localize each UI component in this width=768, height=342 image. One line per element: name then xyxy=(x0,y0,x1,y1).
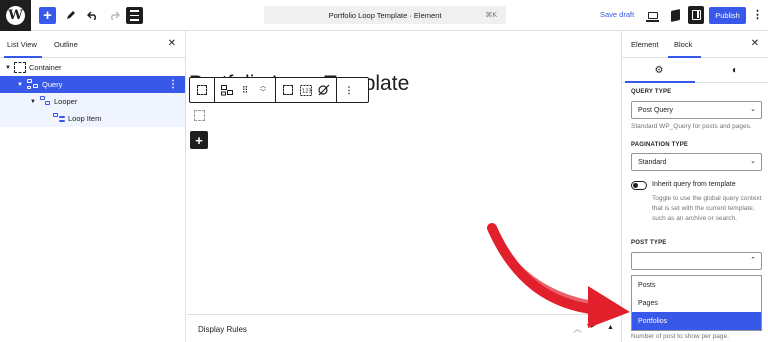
left-panel-tabs: List View Outline ✕ xyxy=(0,31,185,58)
tab-list-view[interactable]: List View xyxy=(7,40,37,49)
styles-icon[interactable] xyxy=(668,8,682,22)
container-block-icon xyxy=(14,62,26,73)
block-toolbar: ⠿ ︿ ﹀ 123 ⋮ xyxy=(189,77,369,103)
settings-subtabs: ⚙ ◐ xyxy=(622,58,768,83)
settings-sidebar: Element Block ✕ ⚙ ◐ QUERY TYPE Post Quer… xyxy=(621,31,768,342)
dropdown-option-portfolios[interactable]: Portfolios xyxy=(632,312,761,330)
block-options-icon[interactable]: ⋮ xyxy=(168,79,178,90)
dropdown-option-posts[interactable]: Posts xyxy=(632,276,761,294)
document-overview-button[interactable] xyxy=(126,7,143,24)
query-type-label: QUERY TYPE xyxy=(631,89,672,95)
pagination-type-value: Standard xyxy=(638,158,667,166)
sidebar-tabs: Element Block ✕ xyxy=(622,31,768,58)
toolbar-group-more: ⋮ xyxy=(337,78,361,102)
chevron-down-icon[interactable]: ▼ xyxy=(5,65,11,71)
tab-element[interactable]: Element xyxy=(631,40,659,49)
top-toolbar: W + Portfolio Loop Template · Element ⌘K… xyxy=(0,0,768,31)
move-up-down-icon[interactable]: ︿ ﹀ xyxy=(254,80,272,100)
chevron-up-icon: ⌃ xyxy=(750,257,756,264)
chevron-down-icon[interactable]: ▼ xyxy=(30,99,36,105)
list-item-query[interactable]: ▼ Query ⋮ xyxy=(0,76,185,93)
desktop-preview-icon[interactable] xyxy=(646,8,660,22)
display-rules-panel[interactable]: Display Rules ︿ ﹀ ▲ xyxy=(187,314,621,342)
active-tab-indicator xyxy=(4,56,42,58)
chevron-up-icon[interactable]: ︿ xyxy=(573,322,582,335)
looper-block-icon xyxy=(40,96,52,107)
query-block-icon xyxy=(27,79,39,90)
post-type-dropdown: Posts Pages Portfolios xyxy=(631,275,762,331)
list-item-label: Query xyxy=(42,80,63,89)
chevron-down-icon: ⌄ xyxy=(750,106,756,113)
pagination-type-label: PAGINATION TYPE xyxy=(631,142,689,148)
loop-item-block-icon xyxy=(53,113,65,124)
container-icon[interactable] xyxy=(279,80,297,100)
query-type-value: Post Query xyxy=(638,106,674,114)
empty-block-placeholder[interactable] xyxy=(194,110,205,121)
svg-text:123: 123 xyxy=(302,88,312,94)
list-item-label: Loop Item xyxy=(68,114,102,123)
close-icon[interactable]: ✕ xyxy=(168,38,176,49)
tab-outline[interactable]: Outline xyxy=(54,40,78,49)
toolbar-group-block: ⠿ ︿ ﹀ xyxy=(215,78,276,102)
publish-button[interactable]: Publish xyxy=(709,7,746,24)
post-type-select[interactable]: ⌃ xyxy=(631,252,762,270)
more-options-icon[interactable]: ⋮ xyxy=(340,80,358,100)
chevron-down-icon[interactable]: ▼ xyxy=(17,82,23,88)
toolbar-group-parent xyxy=(190,78,215,102)
query-type-select[interactable]: Post Query ⌄ xyxy=(631,101,762,119)
no-results-icon[interactable] xyxy=(315,80,333,100)
editor-canvas: Portfolio Loop Template ⠿ ︿﹀ 123 ⋮ + Di xyxy=(187,31,621,342)
close-icon[interactable]: ✕ xyxy=(751,38,759,49)
query-block-icon[interactable] xyxy=(218,80,236,100)
list-view-panel: List View Outline ✕ ▼ Container ▼ Query … xyxy=(0,31,186,342)
inherit-query-toggle[interactable] xyxy=(631,181,647,190)
list-item-label: Looper xyxy=(54,97,78,106)
active-subtab-indicator xyxy=(625,81,695,83)
inherit-query-label: Inherit query from template xyxy=(652,181,736,188)
undo-icon[interactable] xyxy=(84,7,101,24)
dropdown-option-pages[interactable]: Pages xyxy=(632,294,761,312)
display-rules-label: Display Rules xyxy=(198,325,247,334)
toolbar-group-tools: 123 xyxy=(276,78,337,102)
wordpress-logo-icon[interactable]: W xyxy=(0,0,31,31)
list-item-loop-item[interactable]: Loop Item xyxy=(0,110,185,127)
more-options-icon[interactable]: ⋮ xyxy=(752,8,763,21)
contrast-icon[interactable]: ◐ xyxy=(728,63,742,77)
post-type-label: POST TYPE xyxy=(631,240,667,246)
list-item-looper[interactable]: ▼ Looper xyxy=(0,93,185,110)
document-title: Portfolio Loop Template · Element xyxy=(328,10,442,20)
query-type-help: Standard WP_Query for posts and pages. xyxy=(631,123,752,130)
tab-block[interactable]: Block xyxy=(674,40,692,49)
pagination-icon[interactable]: 123 xyxy=(297,80,315,100)
save-draft-button[interactable]: Save draft xyxy=(600,10,634,19)
select-parent-icon[interactable] xyxy=(193,80,211,100)
list-item-container[interactable]: ▼ Container xyxy=(0,59,185,76)
chevron-down-icon[interactable]: ﹀ xyxy=(587,322,596,335)
document-title-bar[interactable]: Portfolio Loop Template · Element ⌘K xyxy=(264,6,506,24)
gear-icon[interactable]: ⚙ xyxy=(652,63,666,77)
list-item-label: Container xyxy=(29,63,62,72)
redo-icon[interactable] xyxy=(106,7,123,24)
command-shortcut: ⌘K xyxy=(485,12,497,19)
expand-panel-icon[interactable]: ▲ xyxy=(607,324,614,331)
drag-handle-icon[interactable]: ⠿ xyxy=(236,80,254,100)
posts-per-page-help: Number of post to show per page. xyxy=(631,333,729,340)
add-block-inline-button[interactable]: + xyxy=(190,131,208,149)
inherit-query-help: Toggle to use the global query context t… xyxy=(652,195,762,222)
pencil-icon[interactable] xyxy=(62,7,79,24)
settings-sidebar-toggle-icon[interactable] xyxy=(688,6,704,24)
pagination-type-select[interactable]: Standard ⌄ xyxy=(631,153,762,171)
add-block-button[interactable]: + xyxy=(39,7,56,24)
chevron-down-icon: ⌄ xyxy=(750,158,756,165)
